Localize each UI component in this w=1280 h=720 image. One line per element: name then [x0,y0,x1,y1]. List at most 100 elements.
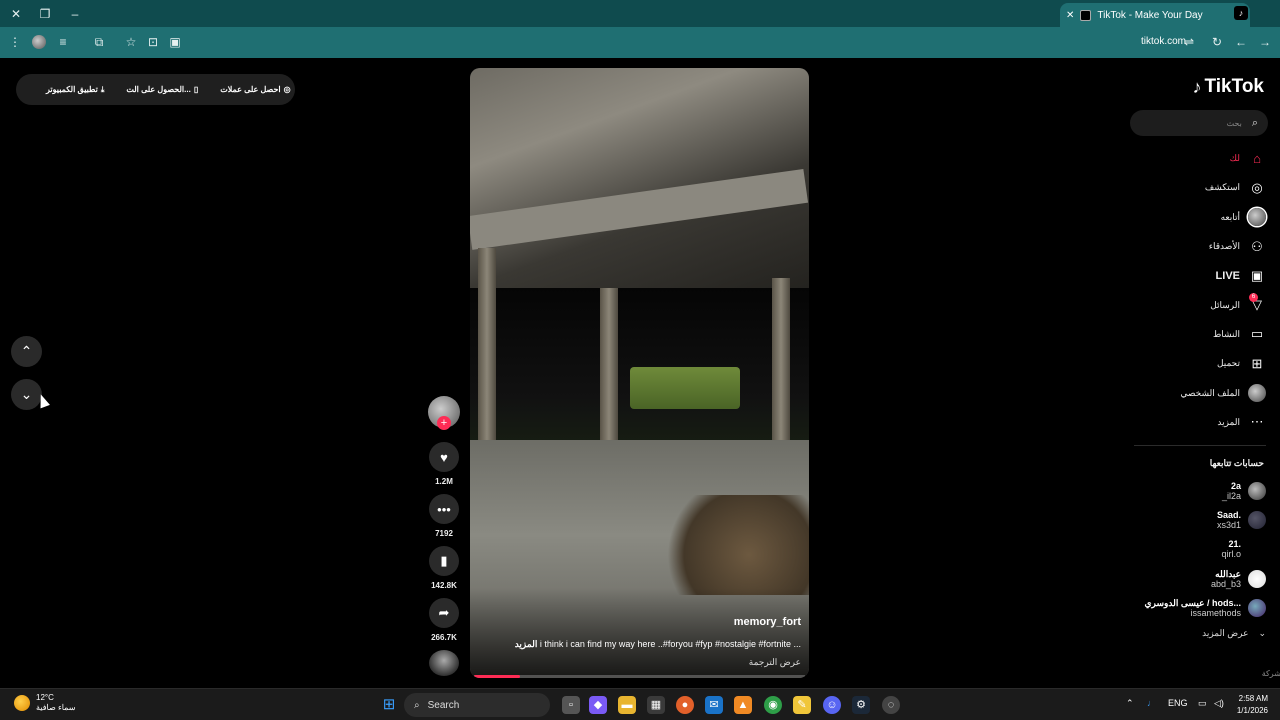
video-player[interactable]: memory_fort المزيد i think i can find my… [470,68,809,678]
sidebar-item-live[interactable]: LIVE ▣ [1126,261,1266,290]
microphone-icon[interactable]: ♩ [1147,698,1156,708]
account-name: Saad. [1216,509,1241,520]
reload-icon[interactable]: ↻ [1210,35,1224,49]
sidebar-item-upload[interactable]: تحميل ⊞ [1126,349,1266,378]
store-icon[interactable]: ▦ [647,696,665,714]
file-explorer-icon[interactable]: ▬ [618,696,636,714]
get-app-label: الحصول على الت... [126,85,191,94]
close-window-icon[interactable]: ✕ [8,6,24,22]
app-icon[interactable]: ◌ [882,696,900,714]
following-account[interactable]: 21. qirl.o [1116,535,1266,564]
minimize-window-icon[interactable]: – [67,6,83,22]
notes-icon[interactable]: ✎ [793,696,811,714]
follow-plus-icon[interactable]: + [437,416,451,430]
site-settings-icon[interactable]: ⇌ [1182,35,1196,49]
language-indicator[interactable]: ENG [1168,698,1188,708]
progress-bar[interactable] [474,675,521,678]
close-tab-icon[interactable]: ✕ [1066,10,1074,21]
following-header: حسابات تتابعها [1209,458,1264,468]
live-icon: ▣ [1250,267,1264,283]
comment-icon: ••• [437,501,451,517]
profile-icon [1248,384,1266,403]
company-link[interactable]: الشركة [1262,669,1280,678]
network-icon[interactable]: ▭ [1198,698,1207,709]
progress-track[interactable] [474,675,805,678]
taskbar-search-label: Search [427,699,460,711]
sidebar-item-label: الملف الشخصي [1180,387,1240,398]
save-count: 142.8K [431,581,457,590]
menu-dots-icon[interactable]: ⋮ [8,35,22,49]
following-account[interactable]: Saad. xs3d1 [1116,505,1266,534]
system-clock[interactable]: 2:58 AM 1/1/2026 [1237,693,1268,717]
get-coins-link[interactable]: احصل على عملات ◎ [220,85,290,94]
media-icon[interactable]: ≡ [56,35,70,49]
sidebar-item-explore[interactable]: استكشف ◎ [1126,173,1266,202]
windows-start-icon[interactable]: ⊞ [380,696,398,714]
tiktok-app-icon[interactable]: ♪ [1234,6,1248,20]
sidebar-item-profile[interactable]: الملف الشخصي [1126,378,1266,407]
sidebar-menu: لك ⌂ استكشف ◎ أتابعه الأصدقاء ⚇ LIVE ▣ ا… [1126,144,1266,437]
comment-count: 7192 [435,529,453,538]
extensions-icon[interactable]: ⧉ [92,35,106,49]
activity-icon: ▭ [1250,326,1264,342]
copilot-icon[interactable]: ◆ [589,696,607,714]
music-disc-icon[interactable] [429,650,459,676]
profile-avatar-icon[interactable] [32,35,46,49]
active-tab[interactable]: ✕ TikTok - Make Your Day [1060,3,1250,27]
outlook-icon[interactable]: ✉ [705,696,723,714]
tiktok-note-icon: ♪ [1192,76,1202,97]
video-description: المزيد i think i can find my way here ..… [515,639,801,650]
account-name: عبدالله [1215,568,1241,579]
sidebar-item-more[interactable]: المزيد ⋯ [1126,408,1266,437]
previous-video-button[interactable]: ⌃ [11,336,42,367]
taskbar-search[interactable]: ⌕ Search [404,693,550,717]
sidebar-item-messages[interactable]: الرسائل ▽ 6 [1126,290,1266,319]
share-icon: ➦ [438,605,450,620]
following-account[interactable]: عبدالله abd_b3 [1116,564,1266,593]
desktop-app-link[interactable]: تطبيق الكمبيوتر ⤓ [46,85,104,95]
weather-widget[interactable]: 12°C سماء صافية [14,693,76,713]
url-text[interactable]: tiktok.com [1141,36,1186,47]
save-button[interactable]: ▮ [429,546,459,576]
sidebar-item-label: النشاط [1212,328,1240,339]
sidebar-item-friends[interactable]: الأصدقاء ⚇ [1126,232,1266,261]
forward-icon[interactable]: → [1258,35,1272,49]
back-icon[interactable]: ← [1234,35,1248,49]
account-avatar [1248,540,1266,558]
upload-icon: ⊞ [1251,355,1263,371]
sidebar-item-for-you[interactable]: لك ⌂ [1126,144,1266,173]
task-view-icon[interactable]: ▫ [562,696,580,714]
translate-link[interactable]: عرض الترجمة [749,657,801,668]
sidebar-item-label: الرسائل [1210,299,1240,310]
following-account[interactable]: عيسى الدوسري / hods... issamethods [1116,593,1266,622]
comment-button[interactable]: ••• [429,494,459,524]
following-account[interactable]: 2a _il2a [1116,476,1266,505]
volume-icon[interactable]: ◁) [1214,698,1224,709]
sidebar-item-following[interactable]: أتابعه [1126,203,1266,232]
search-icon[interactable]: ⌕ [1252,117,1258,130]
browser-titlebar: ✕ ❐ – + ✕ TikTok - Make Your Day ♪ [0,0,1280,27]
screenshot-icon[interactable]: ⊡ [146,35,160,49]
clock-date: 1/1/2026 [1236,706,1268,715]
restore-window-icon[interactable]: ❐ [37,6,53,22]
steam-icon[interactable]: ⚙ [852,696,870,714]
get-app-link[interactable]: الحصول على الت... ▯ [126,85,198,94]
tiktok-logo[interactable]: ♪ TikTok [1193,76,1264,98]
firefox-icon[interactable]: ● [676,696,694,714]
chrome-icon[interactable]: ◉ [764,696,782,714]
show-more-button[interactable]: عرض المزيد ⌄ [1202,628,1266,639]
account-avatar [1248,510,1266,529]
more-link[interactable]: المزيد [515,639,538,649]
tray-chevron-icon[interactable]: ⌃ [1126,698,1134,709]
sidebar-item-activity[interactable]: النشاط ▭ [1126,320,1266,349]
install-app-icon[interactable]: ▣ [168,35,182,49]
search-input[interactable]: بحث ⌕ [1130,110,1268,136]
share-button[interactable]: ➦ [429,598,459,628]
account-name: عيسى الدوسري / hods... [1144,597,1242,608]
video-author[interactable]: memory_fort [734,616,801,628]
like-button[interactable]: ♥ [429,442,459,472]
discord-icon[interactable]: ☺ [823,696,841,714]
bookmark-star-icon[interactable]: ☆ [124,35,138,49]
vlc-icon[interactable]: ▲ [734,696,752,714]
desktop-app-label: تطبيق الكمبيوتر [46,85,98,94]
